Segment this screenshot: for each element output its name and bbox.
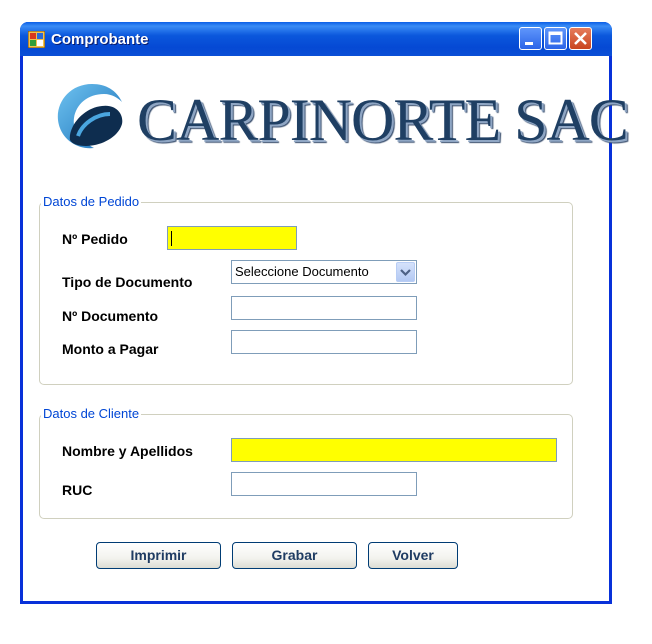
title-bar[interactable]: Comprobante xyxy=(20,22,612,56)
comprobante-window: Comprobante CARPINORTE SAC Datos de Pedi… xyxy=(20,22,629,604)
company-name: CARPINORTE SAC xyxy=(137,87,629,153)
window-title: Comprobante xyxy=(51,31,149,48)
tipo-documento-selected: Seleccione Documento xyxy=(235,264,369,279)
nro-documento-label: Nº Documento xyxy=(62,308,159,324)
company-logo-icon xyxy=(57,84,123,149)
nombre-label: Nombre y Apellidos xyxy=(62,443,193,459)
minimize-button[interactable] xyxy=(519,27,542,50)
datos-cliente-legend: Datos de Cliente xyxy=(41,406,142,421)
imprimir-button[interactable]: Imprimir xyxy=(96,542,221,569)
client-area: CARPINORTE SAC Datos de Pedido Nº Pedido… xyxy=(23,56,629,601)
grabar-button[interactable]: Grabar xyxy=(232,542,357,569)
maximize-button[interactable] xyxy=(544,27,567,50)
nombre-input[interactable] xyxy=(231,438,557,462)
datos-pedido-legend: Datos de Pedido xyxy=(41,194,142,209)
nro-pedido-input[interactable] xyxy=(167,226,297,250)
close-button[interactable] xyxy=(569,27,592,50)
nro-pedido-label: Nº Pedido xyxy=(62,231,128,247)
text-cursor xyxy=(171,231,172,246)
datos-cliente-group: Datos de Cliente xyxy=(39,406,573,519)
tipo-documento-label: Tipo de Documento xyxy=(62,274,193,290)
ruc-label: RUC xyxy=(62,482,93,498)
monto-input[interactable] xyxy=(231,330,417,354)
app-icon xyxy=(27,30,46,49)
volver-button[interactable]: Volver xyxy=(368,542,458,569)
monto-label: Monto a Pagar xyxy=(62,341,159,357)
chevron-down-icon[interactable] xyxy=(396,262,415,282)
ruc-input[interactable] xyxy=(231,472,417,496)
datos-pedido-group: Datos de Pedido xyxy=(39,194,573,385)
tipo-documento-select[interactable]: Seleccione Documento xyxy=(231,260,417,284)
nro-documento-input[interactable] xyxy=(231,296,417,320)
form-body: CARPINORTE SAC Datos de Pedido Nº Pedido… xyxy=(23,56,629,601)
